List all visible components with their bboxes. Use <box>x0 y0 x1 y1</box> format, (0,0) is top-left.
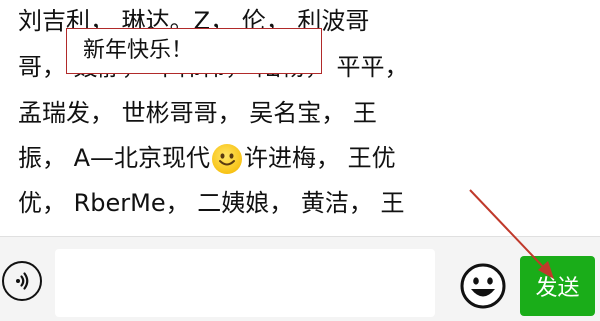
message-line: 振， A—北京现代 许进梅， 王优 <box>18 143 593 174</box>
message-text: 许进梅， 王优 <box>244 144 396 172</box>
message-text: 孟瑞发， 世彬哥哥， 吴名宝， 王 <box>18 99 377 127</box>
message-text: 振， A—北京现代 <box>18 144 211 172</box>
voice-icon <box>16 272 29 290</box>
message-line: 优， RberMe， 二姨娘， 黄洁， 王 <box>18 188 593 218</box>
message-input-container[interactable] <box>55 249 435 317</box>
message-text: 优， RberMe， 二姨娘， 黄洁， 王 <box>18 189 405 217</box>
send-button[interactable]: 发送 <box>520 256 595 316</box>
message-line: 孟瑞发， 世彬哥哥， 吴名宝， 王 <box>18 98 593 128</box>
message-input[interactable]: 新年快乐！ <box>66 28 322 74</box>
input-bar <box>0 236 600 321</box>
smiley-emoji-icon <box>212 144 243 174</box>
emoji-button[interactable] <box>459 262 507 310</box>
emoji-icon <box>460 263 506 309</box>
voice-button[interactable] <box>2 261 42 301</box>
